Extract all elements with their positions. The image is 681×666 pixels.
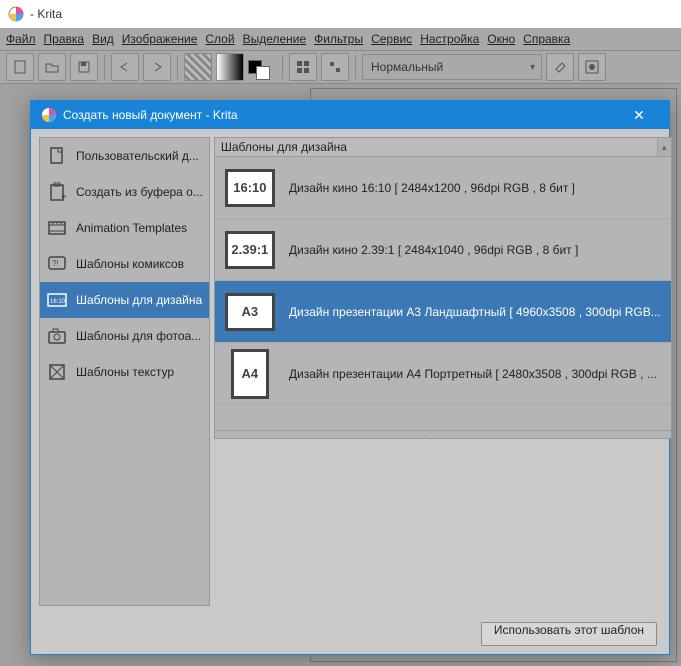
template-item[interactable]: 16:10 Дизайн кино 16:10 [ 2484x1200 , 96d… — [215, 157, 671, 219]
category-list: Пользовательский д... + Создать из буфера … — [39, 137, 210, 606]
main-window: - Krita Файл Правка Вид Изображение Слой… — [0, 0, 681, 666]
menu-layer[interactable]: Слой — [205, 32, 234, 46]
toolbar: Нормальный — [0, 50, 681, 84]
category-item[interactable]: Шаблоны текстур — [40, 354, 209, 390]
template-item[interactable]: 2.39:1 Дизайн кино 2.39:1 [ 2484x1040 , 9… — [215, 219, 671, 281]
menu-tools[interactable]: Сервис — [371, 32, 412, 46]
template-thumb: 2.39:1 — [225, 231, 275, 269]
new-document-dialog: Создать новый документ - Krita ✕ Пользов… — [30, 100, 670, 655]
scroll-up-icon[interactable]: ▲ — [657, 138, 671, 156]
template-thumb: A3 — [225, 293, 275, 331]
category-icon — [46, 145, 68, 167]
menu-edit[interactable]: Правка — [44, 32, 85, 46]
section-header-label: Шаблоны для дизайна — [221, 140, 347, 154]
svg-text:?!: ?! — [52, 259, 59, 268]
menu-settings[interactable]: Настройка — [420, 32, 479, 46]
dialog-titlebar: Создать новый документ - Krita ✕ — [31, 101, 669, 129]
svg-text:+: + — [61, 192, 67, 202]
template-thumb: A4 — [231, 349, 269, 399]
blend-mode-combo[interactable]: Нормальный — [362, 54, 542, 80]
svg-text:16:10: 16:10 — [50, 299, 66, 305]
use-template-button[interactable]: Использовать этот шаблон — [481, 622, 657, 646]
template-item[interactable]: A3 Дизайн презентации A3 Ландшафтный [ 49… — [215, 281, 671, 343]
category-icon: ?! — [46, 253, 68, 275]
app-icon — [8, 6, 24, 22]
category-label: Шаблоны для фотоа... — [76, 329, 201, 343]
category-label: Шаблоны текстур — [76, 365, 174, 379]
dialog-body: Пользовательский д... + Создать из буфера … — [31, 129, 669, 614]
eraser-toggle[interactable] — [546, 53, 574, 81]
dialog-footer: Использовать этот шаблон — [31, 614, 669, 654]
template-label: Дизайн презентации A4 Портретный [ 2480x… — [289, 367, 661, 381]
titlebar: - Krita — [0, 0, 681, 28]
category-label: Animation Templates — [76, 221, 187, 235]
menu-select[interactable]: Выделение — [243, 32, 307, 46]
toolbar-sep — [177, 55, 178, 79]
bg-color[interactable] — [256, 66, 270, 80]
category-icon — [46, 325, 68, 347]
category-icon: + — [46, 181, 68, 203]
new-doc-button[interactable] — [6, 53, 34, 81]
template-list: 16:10 Дизайн кино 16:10 [ 2484x1200 , 96d… — [214, 157, 672, 431]
section-header: Шаблоны для дизайна ▲ — [214, 137, 672, 157]
template-thumb: 16:10 — [225, 169, 275, 207]
toolbar-sep — [282, 55, 283, 79]
category-item[interactable]: 16:10 Шаблоны для дизайна — [40, 282, 209, 318]
category-item[interactable]: + Создать из буфера о... — [40, 174, 209, 210]
menu-window[interactable]: Окно — [487, 32, 515, 46]
blend-mode-label: Нормальный — [371, 60, 443, 74]
brush-editor-button[interactable] — [321, 53, 349, 81]
category-icon: 16:10 — [46, 289, 68, 311]
category-label: Пользовательский д... — [76, 149, 199, 163]
category-label: Шаблоны для дизайна — [76, 293, 202, 307]
open-button[interactable] — [38, 53, 66, 81]
dialog-app-icon — [41, 107, 57, 123]
undo-button[interactable] — [111, 53, 139, 81]
menu-file[interactable]: Файл — [6, 32, 36, 46]
category-item[interactable]: Шаблоны для фотоа... — [40, 318, 209, 354]
right-pane: Шаблоны для дизайна ▲ 16:10 Дизайн кино 1… — [214, 137, 672, 606]
gradient-button[interactable] — [216, 53, 244, 81]
category-item[interactable]: Animation Templates — [40, 210, 209, 246]
template-label: Дизайн кино 2.39:1 [ 2484x1040 , 96dpi R… — [289, 243, 661, 257]
category-label: Создать из буфера о... — [76, 185, 203, 199]
save-button[interactable] — [70, 53, 98, 81]
resize-grip[interactable]: · · · · · — [214, 431, 672, 439]
category-item[interactable]: ?! Шаблоны комиксов — [40, 246, 209, 282]
menubar: Файл Правка Вид Изображение Слой Выделен… — [0, 28, 681, 50]
category-icon — [46, 217, 68, 239]
template-label: Дизайн презентации A3 Ландшафтный [ 4960… — [289, 305, 661, 319]
category-icon — [46, 361, 68, 383]
toolbar-sep — [104, 55, 105, 79]
category-item[interactable]: Пользовательский д... — [40, 138, 209, 174]
window-title: - Krita — [30, 7, 62, 21]
menu-image[interactable]: Изображение — [122, 32, 198, 46]
dialog-close-button[interactable]: ✕ — [619, 107, 659, 124]
alpha-lock-button[interactable] — [578, 53, 606, 81]
template-item[interactable]: A4 Дизайн презентации A4 Портретный [ 248… — [215, 343, 671, 405]
redo-button[interactable] — [143, 53, 171, 81]
color-swatches[interactable] — [248, 60, 276, 74]
toolbar-sep — [355, 55, 356, 79]
menu-view[interactable]: Вид — [92, 32, 114, 46]
brush-presets-button[interactable] — [289, 53, 317, 81]
menu-help[interactable]: Справка — [523, 32, 570, 46]
dialog-title-text: Создать новый документ - Krita — [63, 108, 238, 122]
template-label: Дизайн кино 16:10 [ 2484x1200 , 96dpi RG… — [289, 181, 661, 195]
pattern-button[interactable] — [184, 53, 212, 81]
category-label: Шаблоны комиксов — [76, 257, 184, 271]
menu-filters[interactable]: Фильтры — [314, 32, 363, 46]
